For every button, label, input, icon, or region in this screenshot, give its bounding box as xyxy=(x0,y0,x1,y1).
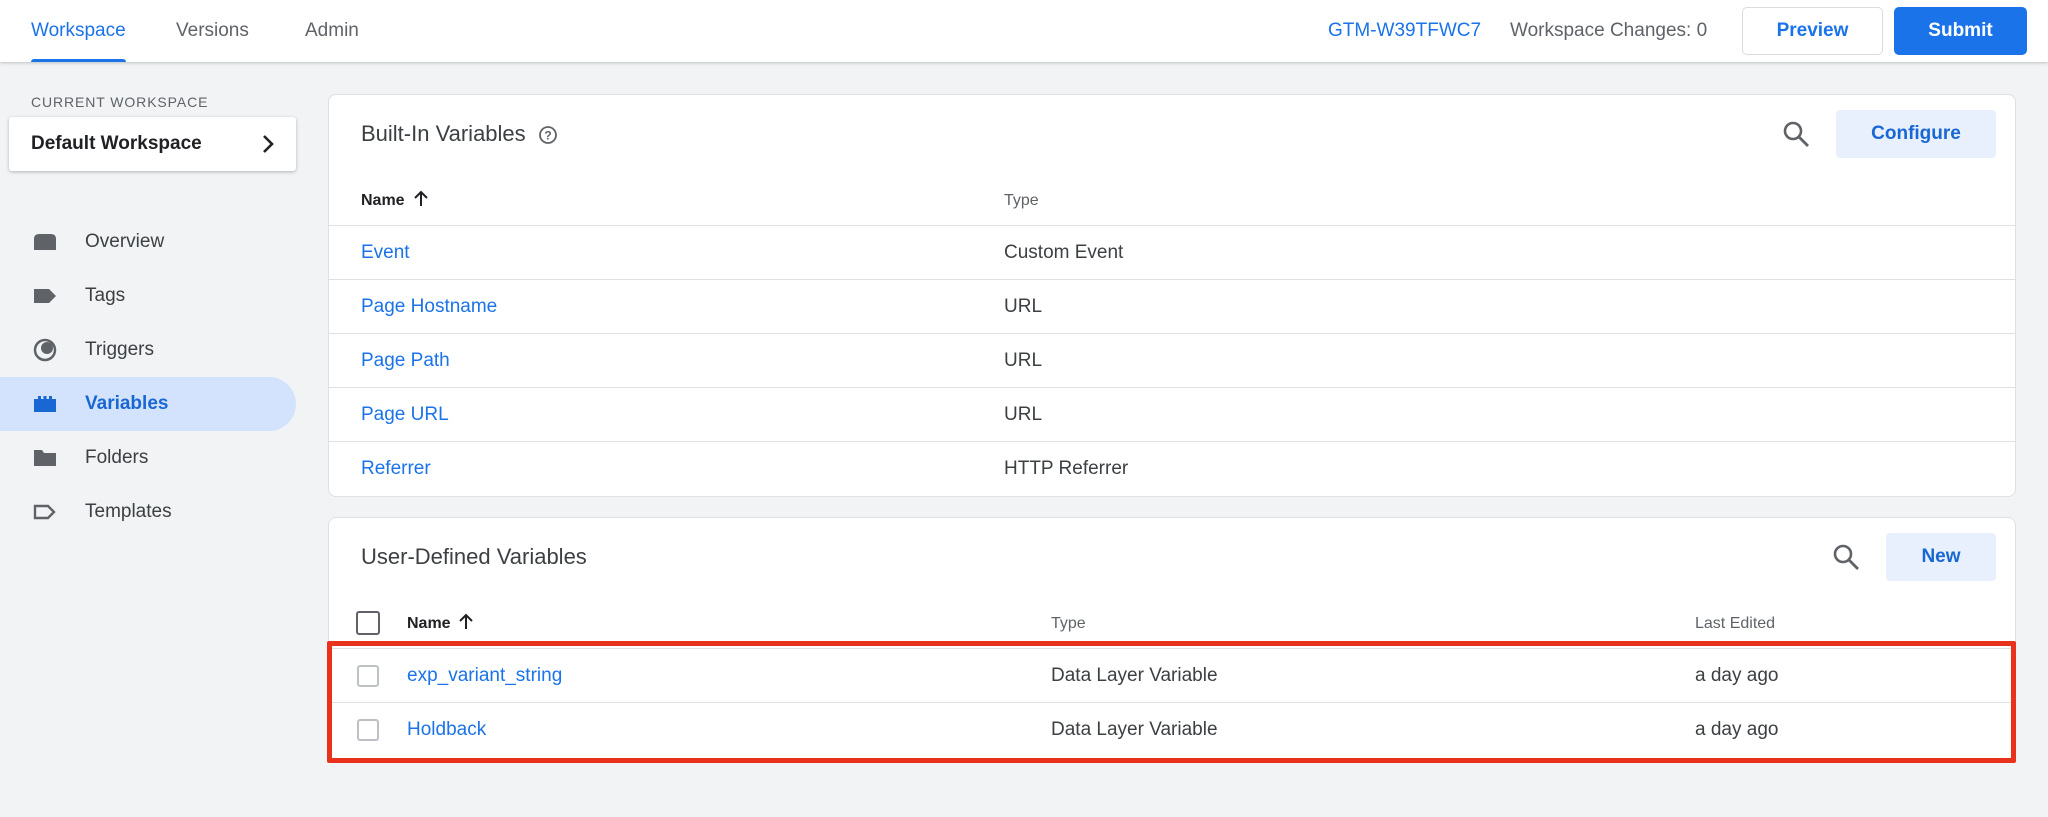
variable-name-link[interactable]: Event xyxy=(361,242,410,264)
column-header-name[interactable]: Name xyxy=(361,192,405,210)
variable-type: URL xyxy=(1004,404,1043,425)
template-icon xyxy=(33,504,56,520)
variable-name-link[interactable]: Page URL xyxy=(361,404,449,426)
table-row: Page Hostname URL xyxy=(329,279,2015,333)
sidebar-item-triggers[interactable]: Triggers xyxy=(0,323,296,377)
sidebar-item-templates[interactable]: Templates xyxy=(0,485,296,539)
container-id-link[interactable]: GTM-W39TFWC7 xyxy=(1328,0,1481,62)
variables-icon xyxy=(34,396,56,412)
overview-icon xyxy=(34,234,56,250)
variable-type: HTTP Referrer xyxy=(1004,458,1129,479)
sidebar-item-label: Overview xyxy=(85,231,165,252)
workspace-selector[interactable]: Default Workspace xyxy=(9,117,296,171)
sidebar-item-variables[interactable]: Variables xyxy=(0,377,296,431)
user-defined-variables-card: User-Defined Variables New Name Type Las… xyxy=(328,517,2016,763)
row-checkbox[interactable] xyxy=(357,665,379,687)
column-header-type: Type xyxy=(1051,615,1086,632)
preview-button[interactable]: Preview xyxy=(1742,7,1883,55)
tab-versions[interactable]: Versions xyxy=(176,0,249,62)
table-row: Event Custom Event xyxy=(329,225,2015,279)
table-row: Referrer HTTP Referrer xyxy=(329,441,2015,495)
variable-type: Data Layer Variable xyxy=(1051,665,1218,686)
last-edited: a day ago xyxy=(1695,719,1779,740)
table-row: Page Path URL xyxy=(329,333,2015,387)
sidebar-item-tags[interactable]: Tags xyxy=(0,269,296,323)
sidebar-item-folders[interactable]: Folders xyxy=(0,431,296,485)
last-edited: a day ago xyxy=(1695,665,1779,686)
variable-type: Data Layer Variable xyxy=(1051,719,1218,740)
column-header-name[interactable]: Name xyxy=(407,615,451,633)
new-variable-button[interactable]: New xyxy=(1886,533,1996,581)
folder-icon xyxy=(34,450,56,466)
tab-admin[interactable]: Admin xyxy=(305,0,359,62)
sidebar-item-label: Folders xyxy=(85,447,149,468)
submit-button[interactable]: Submit xyxy=(1894,7,2027,55)
search-icon[interactable] xyxy=(1831,542,1861,572)
builtin-variables-card: Built-In Variables ? Configure Name Type… xyxy=(328,94,2016,497)
row-checkbox[interactable] xyxy=(357,719,379,741)
top-bar: Workspace Versions Admin GTM-W39TFWC7 Wo… xyxy=(0,0,2048,62)
column-header-last-edited: Last Edited xyxy=(1695,615,1776,632)
variable-name-link[interactable]: Page Path xyxy=(361,350,450,372)
builtin-variables-title: Built-In Variables xyxy=(361,121,526,146)
workspace-changes-count: Workspace Changes: 0 xyxy=(1510,20,1708,41)
chevron-right-icon xyxy=(263,135,274,153)
trigger-icon xyxy=(33,338,57,362)
variable-type: URL xyxy=(1004,296,1043,317)
variable-type: URL xyxy=(1004,350,1043,371)
arrow-up-icon[interactable] xyxy=(413,190,429,208)
sidebar-item-overview[interactable]: Overview xyxy=(0,215,296,269)
arrow-up-icon[interactable] xyxy=(458,613,474,631)
user-defined-variables-title: User-Defined Variables xyxy=(361,544,587,569)
workspace-name: Default Workspace xyxy=(31,133,202,154)
svg-text:?: ? xyxy=(544,129,551,143)
table-row: exp_variant_string Data Layer Variable a… xyxy=(329,648,2015,702)
table-row: Holdback Data Layer Variable a day ago xyxy=(329,702,2015,756)
configure-button[interactable]: Configure xyxy=(1836,110,1996,158)
variable-name-link[interactable]: Page Hostname xyxy=(361,296,497,318)
variable-type: Custom Event xyxy=(1004,242,1124,263)
column-header-type: Type xyxy=(1004,192,1039,209)
variable-name-link[interactable]: Holdback xyxy=(407,719,486,741)
sidebar-item-label: Triggers xyxy=(85,339,154,360)
table-row: Page URL URL xyxy=(329,387,2015,441)
help-icon[interactable]: ? xyxy=(538,125,558,145)
select-all-checkbox[interactable] xyxy=(356,611,380,635)
sidebar-item-label: Tags xyxy=(85,285,126,306)
variable-name-link[interactable]: exp_variant_string xyxy=(407,665,562,687)
current-workspace-caption: CURRENT WORKSPACE xyxy=(31,94,209,110)
search-icon[interactable] xyxy=(1781,119,1811,149)
tag-icon xyxy=(34,289,56,303)
variable-name-link[interactable]: Referrer xyxy=(361,458,431,480)
tab-workspace[interactable]: Workspace xyxy=(31,0,126,62)
sidebar-item-label: Variables xyxy=(85,393,169,414)
sidebar-item-label: Templates xyxy=(85,501,172,522)
